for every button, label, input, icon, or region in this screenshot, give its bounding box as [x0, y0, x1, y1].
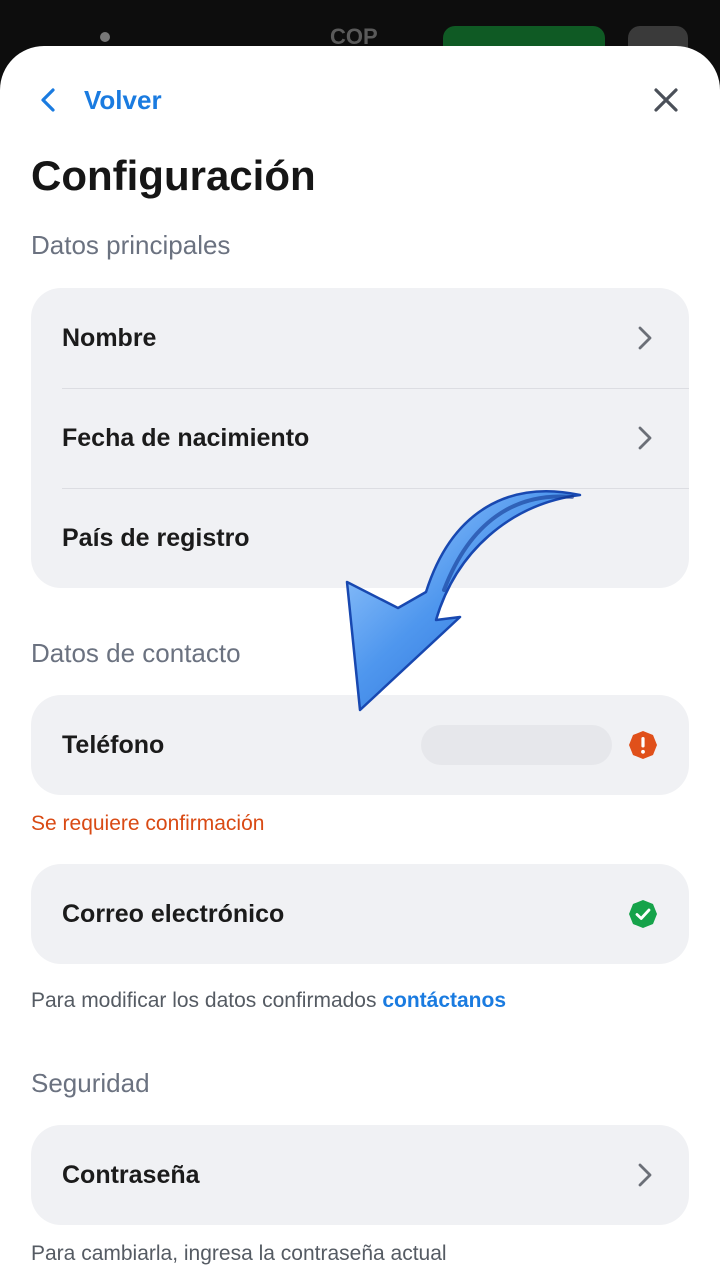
verified-check-icon [629, 900, 657, 928]
phone-number-placeholder [421, 725, 612, 765]
chevron-right-icon [638, 1163, 652, 1187]
back-label: Volver [84, 84, 162, 115]
page-title: Configuración [31, 152, 316, 199]
chevron-right-icon [638, 426, 652, 450]
row-birth-date[interactable]: Fecha de nacimiento [31, 388, 689, 488]
section-label-main-data: Datos principales [31, 230, 231, 260]
alert-icon [629, 731, 657, 759]
top-bar: Volver [0, 46, 720, 156]
row-label-email: Correo electrónico [62, 899, 285, 928]
phone-error-text: Se requiere confirmación [31, 812, 265, 835]
row-label-birth-date: Fecha de nacimiento [62, 423, 310, 452]
background-dot [100, 32, 110, 42]
row-label-password: Contraseña [62, 1160, 200, 1189]
email-card: Correo electrónico [31, 864, 689, 964]
contact-note-text: Para modificar los datos confirmados [31, 989, 383, 1012]
row-label-name: Nombre [62, 323, 157, 352]
row-label-phone: Teléfono [62, 730, 165, 759]
security-card: Contraseña [31, 1125, 689, 1225]
contact-note: Para modificar los datos confirmados con… [31, 989, 506, 1013]
section-label-contact: Datos de contacto [31, 638, 241, 668]
back-button[interactable]: Volver [36, 78, 162, 122]
row-label-registration-country: País de registro [62, 523, 250, 552]
close-icon [654, 88, 678, 112]
row-password[interactable]: Contraseña [31, 1125, 689, 1225]
section-label-security: Seguridad [31, 1068, 150, 1098]
pointer-arrow-icon [345, 490, 582, 712]
contact-us-link[interactable]: contáctanos [382, 989, 506, 1012]
row-name[interactable]: Nombre [31, 288, 689, 388]
password-note: Para cambiarla, ingresa la contraseña ac… [31, 1242, 447, 1265]
row-email[interactable]: Correo electrónico [31, 864, 689, 964]
chevron-right-icon [638, 326, 652, 350]
chevron-left-icon [41, 88, 55, 112]
close-button[interactable] [646, 80, 686, 120]
